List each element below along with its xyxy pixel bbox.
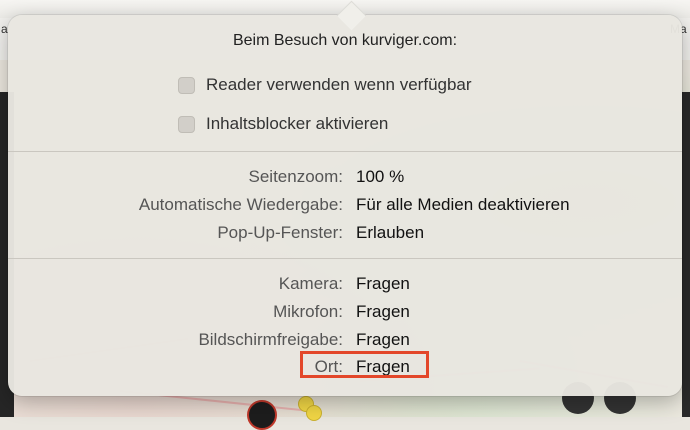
map-side-panel: [682, 92, 690, 417]
popover-title: Beim Besuch von kurviger.com:: [232, 32, 458, 49]
map-location-pin[interactable]: [247, 400, 277, 430]
section-divider: [8, 258, 682, 259]
popup-windows-row: Pop-Up-Fenster: Erlauben: [8, 221, 682, 245]
content-blocker-checkbox-row[interactable]: Inhaltsblocker aktivieren: [178, 112, 388, 136]
screen-sharing-label: Bildschirmfreigabe:: [198, 330, 343, 349]
section-divider: [8, 151, 682, 152]
reader-checkbox-label[interactable]: Reader verwenden wenn verfügbar: [206, 75, 472, 95]
popup-windows-label: Pop-Up-Fenster:: [217, 223, 343, 242]
content-blocker-checkbox[interactable]: [178, 115, 195, 133]
page-zoom-row: Seitenzoom: 100 %: [8, 165, 682, 189]
microphone-row: Mikrofon: Fragen: [8, 300, 682, 324]
auto-play-label: Automatische Wiedergabe:: [138, 195, 343, 214]
camera-value[interactable]: Fragen: [356, 272, 410, 296]
website-settings-popover: Beim Besuch von kurviger.com: Reader ver…: [8, 0, 682, 396]
microphone-value[interactable]: Fragen: [356, 300, 410, 324]
reader-checkbox-row[interactable]: Reader verwenden wenn verfügbar: [178, 73, 472, 97]
background-text-fragment: a: [1, 22, 8, 36]
popup-windows-value[interactable]: Erlauben: [356, 221, 424, 245]
screen-sharing-value[interactable]: Fragen: [356, 328, 410, 352]
location-highlight-box: [300, 351, 429, 378]
page-zoom-label: Seitenzoom:: [248, 167, 344, 186]
content-blocker-checkbox-label[interactable]: Inhaltsblocker aktivieren: [206, 114, 388, 134]
reader-checkbox[interactable]: [178, 76, 195, 94]
auto-play-row: Automatische Wiedergabe: Für alle Medien…: [8, 193, 682, 217]
auto-play-value[interactable]: Für alle Medien deaktivieren: [356, 193, 570, 217]
screen-sharing-row: Bildschirmfreigabe: Fragen: [8, 328, 682, 352]
page-zoom-value[interactable]: 100 %: [356, 165, 404, 189]
microphone-label: Mikrofon:: [273, 302, 343, 321]
camera-label: Kamera:: [278, 274, 343, 293]
camera-row: Kamera: Fragen: [8, 272, 682, 296]
map-marker[interactable]: [306, 405, 322, 421]
